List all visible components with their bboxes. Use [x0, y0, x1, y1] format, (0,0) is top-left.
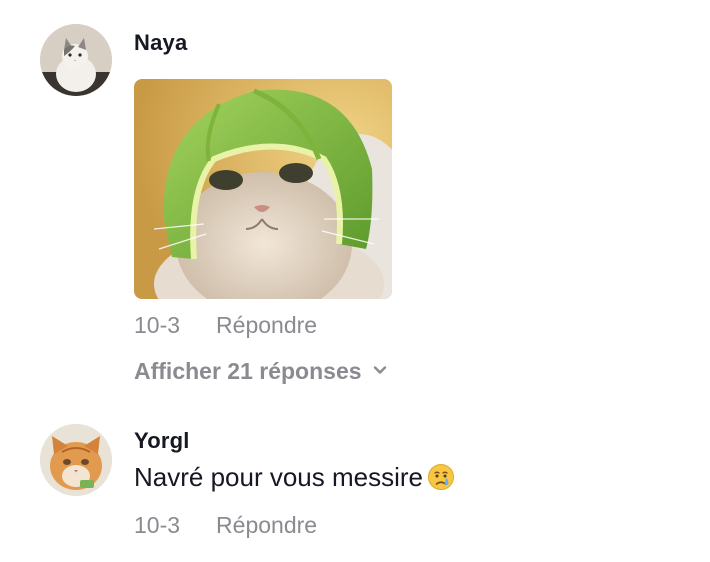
comment-item: Naya 10-3 Répondre Afficher 21 réponses	[0, 0, 710, 400]
orange-cat-avatar-icon	[40, 424, 112, 496]
comment-text: Navré pour vous messire	[134, 462, 455, 493]
view-replies-button[interactable]: Afficher 21 réponses	[134, 358, 388, 385]
avatar[interactable]	[40, 24, 112, 96]
view-replies-label: Afficher 21 réponses	[134, 358, 362, 384]
comment-text-content: Navré pour vous messire	[134, 462, 423, 492]
comment-date: 10-3	[134, 312, 181, 338]
username[interactable]: Yorgl	[134, 428, 190, 454]
comment-item: Yorgl Navré pour vous messire 10-3 Répond…	[0, 400, 710, 562]
chevron-down-icon	[373, 366, 386, 374]
comment-date: 10-3	[134, 512, 181, 538]
avatar[interactable]	[40, 424, 112, 496]
comment-meta: 10-3 Répondre	[134, 512, 317, 539]
cat-avatar-icon	[40, 24, 112, 96]
reply-button[interactable]: Répondre	[216, 312, 317, 339]
cat-melon-helmet-image	[134, 79, 392, 299]
reply-button[interactable]: Répondre	[216, 512, 317, 539]
comment-image[interactable]	[134, 79, 392, 299]
comment-meta: 10-3 Répondre	[134, 312, 317, 339]
username[interactable]: Naya	[134, 30, 187, 56]
crying-face-icon	[428, 464, 454, 490]
